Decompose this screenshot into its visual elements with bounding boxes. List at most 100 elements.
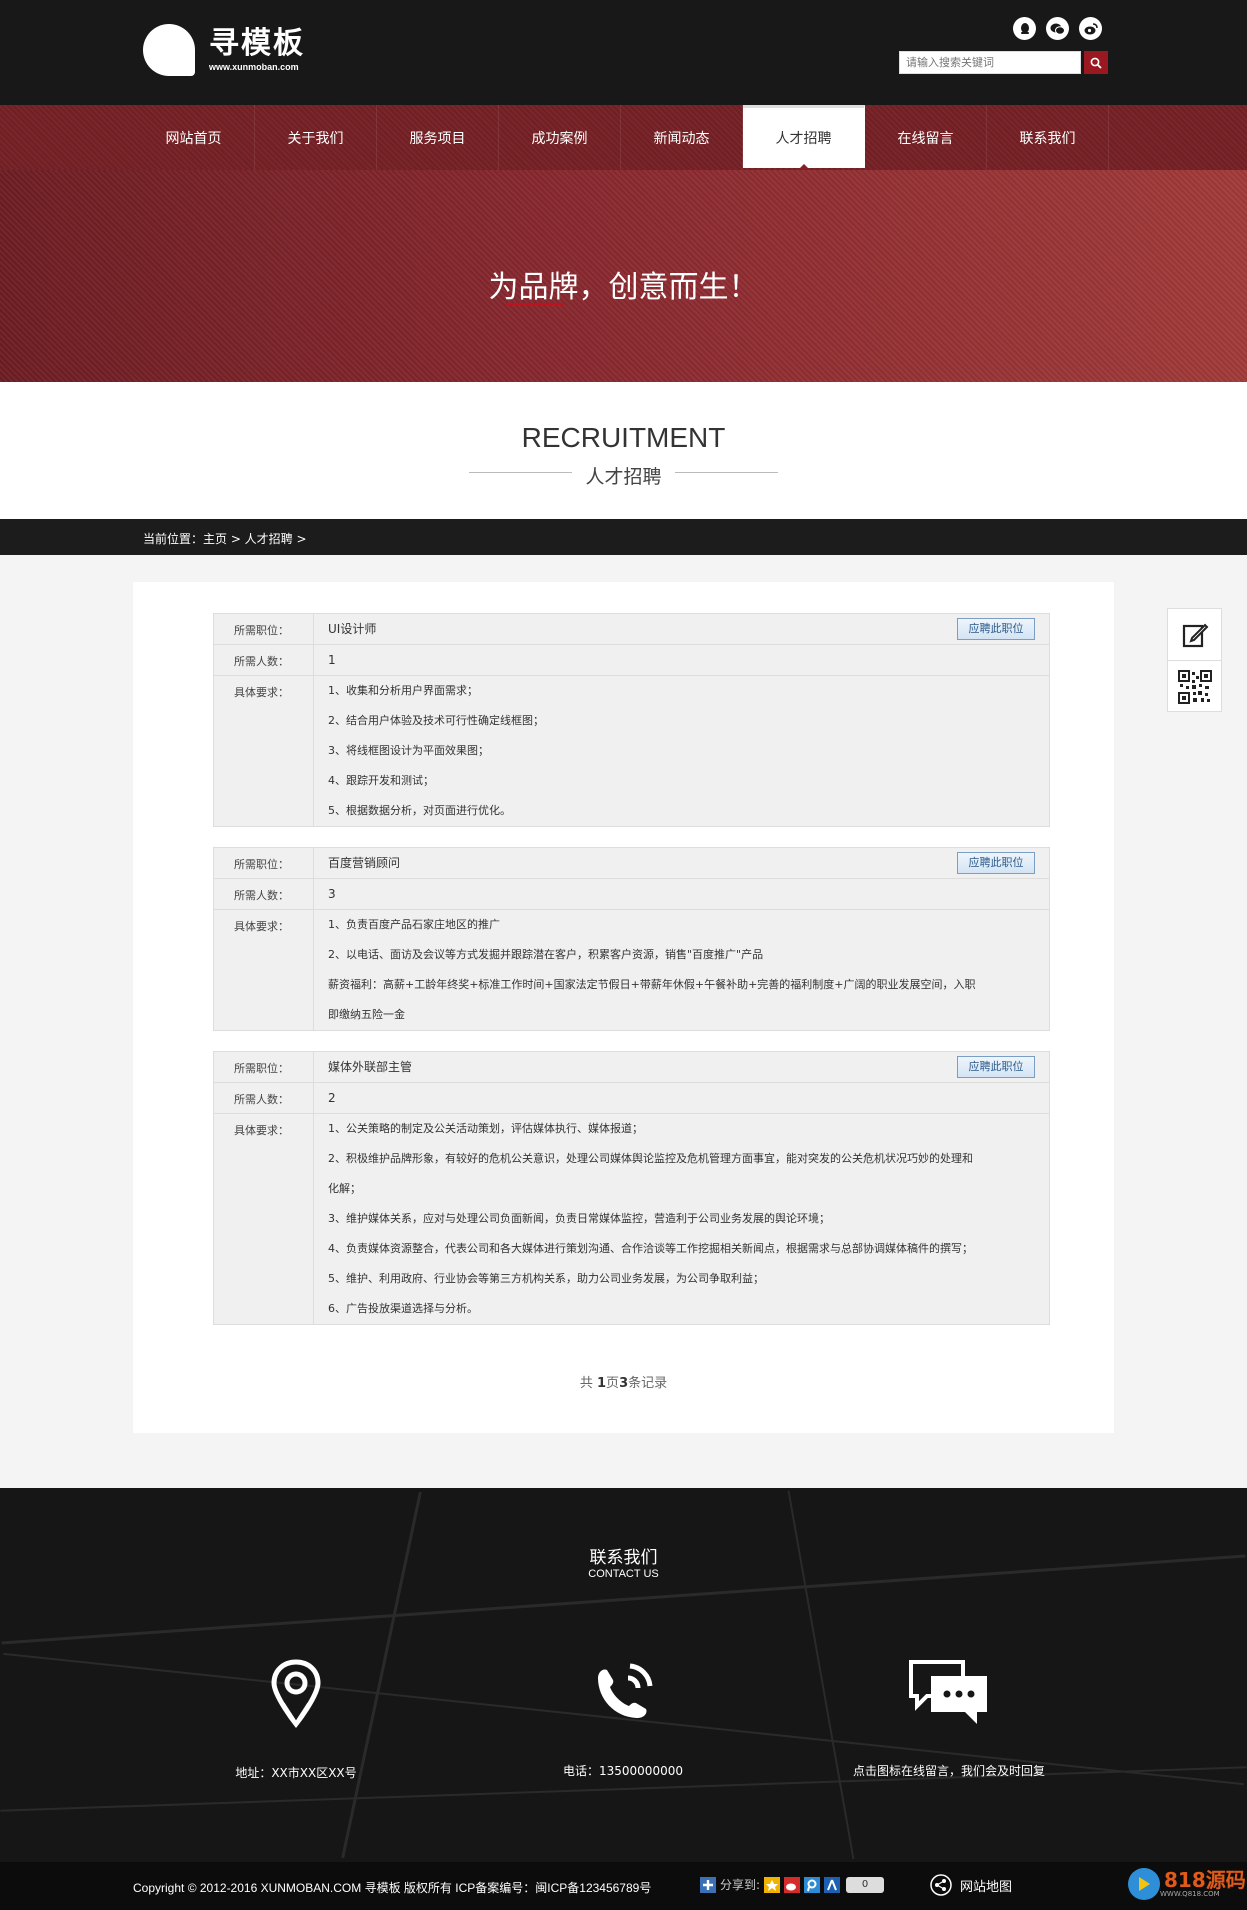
- apply-button[interactable]: 应聘此职位: [957, 1056, 1035, 1078]
- requirement-line: 4、负责媒体资源整合，代表公司和各大媒体进行策划沟通、合作洽谈等工作挖掘相关新闻…: [328, 1242, 973, 1255]
- job-requirements-row: 具体要求： 1、公关策略的制定及公关活动策划，评估媒体执行、媒体报道； 2、积极…: [214, 1114, 1049, 1324]
- position-label: 所需职位：: [214, 614, 314, 644]
- footer-message[interactable]: 点击图标在线留言，我们会及时回复: [799, 1658, 1099, 1779]
- job-count-row: 所需人数： 2: [214, 1083, 1049, 1114]
- chat-bubbles-icon[interactable]: [907, 1658, 991, 1728]
- sitemap-label[interactable]: 网站地图: [960, 1876, 1012, 1895]
- record-count: 3: [619, 1376, 629, 1391]
- job-list-panel: 所需职位： UI设计师 应聘此职位 所需人数： 1 具体要求： 1、收集和分析用…: [133, 582, 1114, 1433]
- weibo-share-icon[interactable]: [784, 1876, 801, 1893]
- requirement-line: 2、结合用户体验及技术可行性确定线框图；: [328, 714, 544, 727]
- phone-text: 电话：13500000000: [563, 1764, 683, 1778]
- logo-domain: www.xunmoban.com: [209, 62, 299, 72]
- position-label: 所需职位：: [214, 1052, 314, 1082]
- location-pin-icon: [271, 1659, 321, 1729]
- job-requirements-row: 具体要求： 1、收集和分析用户界面需求； 2、结合用户体验及技术可行性确定线框图…: [214, 676, 1049, 826]
- search-input[interactable]: [899, 51, 1081, 74]
- share-bar: 分享到: 0: [700, 1876, 885, 1893]
- position-value: 百度营销顾问: [328, 856, 401, 870]
- job-card: 所需职位： 媒体外联部主管 应聘此职位 所需人数： 2 具体要求： 1、公关策略…: [213, 1051, 1050, 1325]
- requirements-label: 具体要求：: [214, 676, 314, 826]
- requirement-line: 3、将线框图设计为平面效果图；: [328, 744, 489, 757]
- job-count-row: 所需人数： 3: [214, 879, 1049, 910]
- search-button[interactable]: [1084, 51, 1108, 74]
- apply-button[interactable]: 应聘此职位: [957, 618, 1035, 640]
- job-position-row: 所需职位： 百度营销顾问 应聘此职位: [214, 848, 1049, 879]
- requirement-line: 1、负责百度产品石家庄地区的推广: [328, 918, 500, 931]
- footer-subtitle: CONTACT US: [588, 1568, 659, 1580]
- nav-item-news[interactable]: 新闻动态: [621, 105, 743, 170]
- site-header: 寻模板 www.xunmoban.com: [0, 0, 1247, 105]
- position-value: UI设计师: [328, 622, 377, 636]
- main-nav: 网站首页 关于我们 服务项目 成功案例 新闻动态 人才招聘 在线留言 联系我们: [0, 105, 1247, 170]
- source-brand-logo[interactable]: 818源码 WWW.Q818.COM: [1128, 1868, 1246, 1900]
- footer-title: 联系我们: [589, 1548, 658, 1568]
- social-links: [1013, 17, 1102, 40]
- share-plus-icon[interactable]: [700, 1876, 716, 1893]
- floating-toolbar: [1167, 608, 1222, 712]
- requirements-label: 具体要求：: [214, 1114, 314, 1324]
- requirement-line: 6、广告投放渠道选择与分析。: [328, 1302, 478, 1315]
- count-label: 所需人数：: [214, 1083, 314, 1113]
- play-icon: [1128, 1868, 1160, 1900]
- count-label: 所需人数：: [214, 645, 314, 675]
- wechat-icon[interactable]: [1046, 17, 1069, 40]
- count-value: 2: [328, 1091, 336, 1105]
- page-count: 1: [597, 1376, 607, 1391]
- banner-underline: [506, 303, 564, 305]
- requirement-line: 1、公关策略的制定及公关活动策划，评估媒体执行、媒体报道；: [328, 1122, 643, 1135]
- job-card: 所需职位： UI设计师 应聘此职位 所需人数： 1 具体要求： 1、收集和分析用…: [213, 613, 1050, 827]
- position-value: 媒体外联部主管: [328, 1060, 413, 1074]
- nav-item-services[interactable]: 服务项目: [377, 105, 499, 170]
- nav-item-recruitment[interactable]: 人才招聘: [743, 105, 865, 169]
- address-text: 地址：XX市XX区XX号: [235, 1766, 357, 1780]
- sitemap-link[interactable]: 网站地图: [930, 1874, 1012, 1896]
- nav-item-message[interactable]: 在线留言: [865, 105, 987, 170]
- qzone-icon[interactable]: [764, 1876, 781, 1893]
- count-value: 3: [328, 887, 336, 901]
- requirement-line: 3、维护媒体关系，应对与处理公司负面新闻，负责日常媒体监控，营造利于公司业务发展…: [328, 1212, 830, 1225]
- position-label: 所需职位：: [214, 848, 314, 878]
- section-title-cn: 人才招聘: [585, 466, 662, 488]
- qrcode-icon[interactable]: [1168, 661, 1221, 712]
- requirements-label: 具体要求：: [214, 910, 314, 1030]
- nav-item-contact[interactable]: 联系我们: [987, 105, 1109, 170]
- nav-item-about[interactable]: 关于我们: [255, 105, 377, 170]
- nav-item-cases[interactable]: 成功案例: [499, 105, 621, 170]
- apply-button[interactable]: 应聘此职位: [957, 852, 1035, 874]
- requirement-line: 2、积极维护品牌形象，有较好的危机公关意识，处理公司媒体舆论监控及危机管理方面事…: [328, 1152, 973, 1165]
- site-logo[interactable]: 寻模板 www.xunmoban.com: [143, 24, 305, 76]
- requirement-line: 5、维护、利用政府、行业协会等第三方机构关系，助力公司业务发展，为公司争取利益；: [328, 1272, 764, 1285]
- job-card: 所需职位： 百度营销顾问 应聘此职位 所需人数： 3 具体要求： 1、负责百度产…: [213, 847, 1050, 1031]
- renren-icon[interactable]: [824, 1876, 841, 1893]
- message-text[interactable]: 点击图标在线留言，我们会及时回复: [799, 1762, 1099, 1779]
- edit-icon[interactable]: [1168, 609, 1221, 661]
- copyright-bar: Copyright © 2012-2016 XUNMOBAN.COM 寻模板 版…: [0, 1862, 1247, 1910]
- requirement-line: 即缴纳五险一金: [328, 1008, 405, 1021]
- share-count: 0: [846, 1876, 885, 1893]
- job-count-row: 所需人数： 1: [214, 645, 1049, 676]
- breadcrumb-text[interactable]: 当前位置：主页 > 人才招聘 >: [143, 530, 307, 547]
- job-position-row: 所需职位： 媒体外联部主管 应聘此职位: [214, 1052, 1049, 1083]
- requirement-line: 5、根据数据分析，对页面进行优化。: [328, 804, 511, 817]
- pagination-summary: 共 1页3条记录: [579, 1376, 668, 1391]
- search-box: [899, 51, 1108, 74]
- nav-item-home[interactable]: 网站首页: [133, 105, 255, 170]
- requirement-line: 化解；: [328, 1182, 361, 1195]
- hero-banner: 为品牌，创意而生！: [0, 170, 1247, 382]
- requirement-line: 薪资福利：高薪+工龄年终奖+标准工作时间+国家法定节假日+带薪年休假+午餐补助+…: [328, 978, 976, 991]
- qq-icon[interactable]: [1013, 17, 1036, 40]
- weibo-icon[interactable]: [1079, 17, 1102, 40]
- job-requirements-row: 具体要求： 1、负责百度产品石家庄地区的推广 2、以电话、面访及会议等方式发掘并…: [214, 910, 1049, 1030]
- brand-name: 818源码: [1164, 1868, 1246, 1892]
- footer-address: 地址：XX市XX区XX号: [146, 1658, 446, 1781]
- job-position-row: 所需职位： UI设计师 应聘此职位: [214, 614, 1049, 645]
- tencent-weibo-icon[interactable]: [804, 1876, 821, 1893]
- share-label: 分享到:: [720, 1878, 761, 1892]
- copyright-text: Copyright © 2012-2016 XUNMOBAN.COM 寻模板 版…: [133, 1881, 652, 1895]
- breadcrumb: 当前位置：主页 > 人才招聘 >: [0, 519, 1247, 555]
- requirement-line: 2、以电话、面访及会议等方式发掘并跟踪潜在客户，积累客户资源，销售"百度推广"产…: [328, 948, 764, 961]
- banner-slogan: 为品牌，创意而生！: [488, 270, 759, 305]
- count-label: 所需人数：: [214, 879, 314, 909]
- requirement-line: 4、跟踪开发和测试；: [328, 774, 434, 787]
